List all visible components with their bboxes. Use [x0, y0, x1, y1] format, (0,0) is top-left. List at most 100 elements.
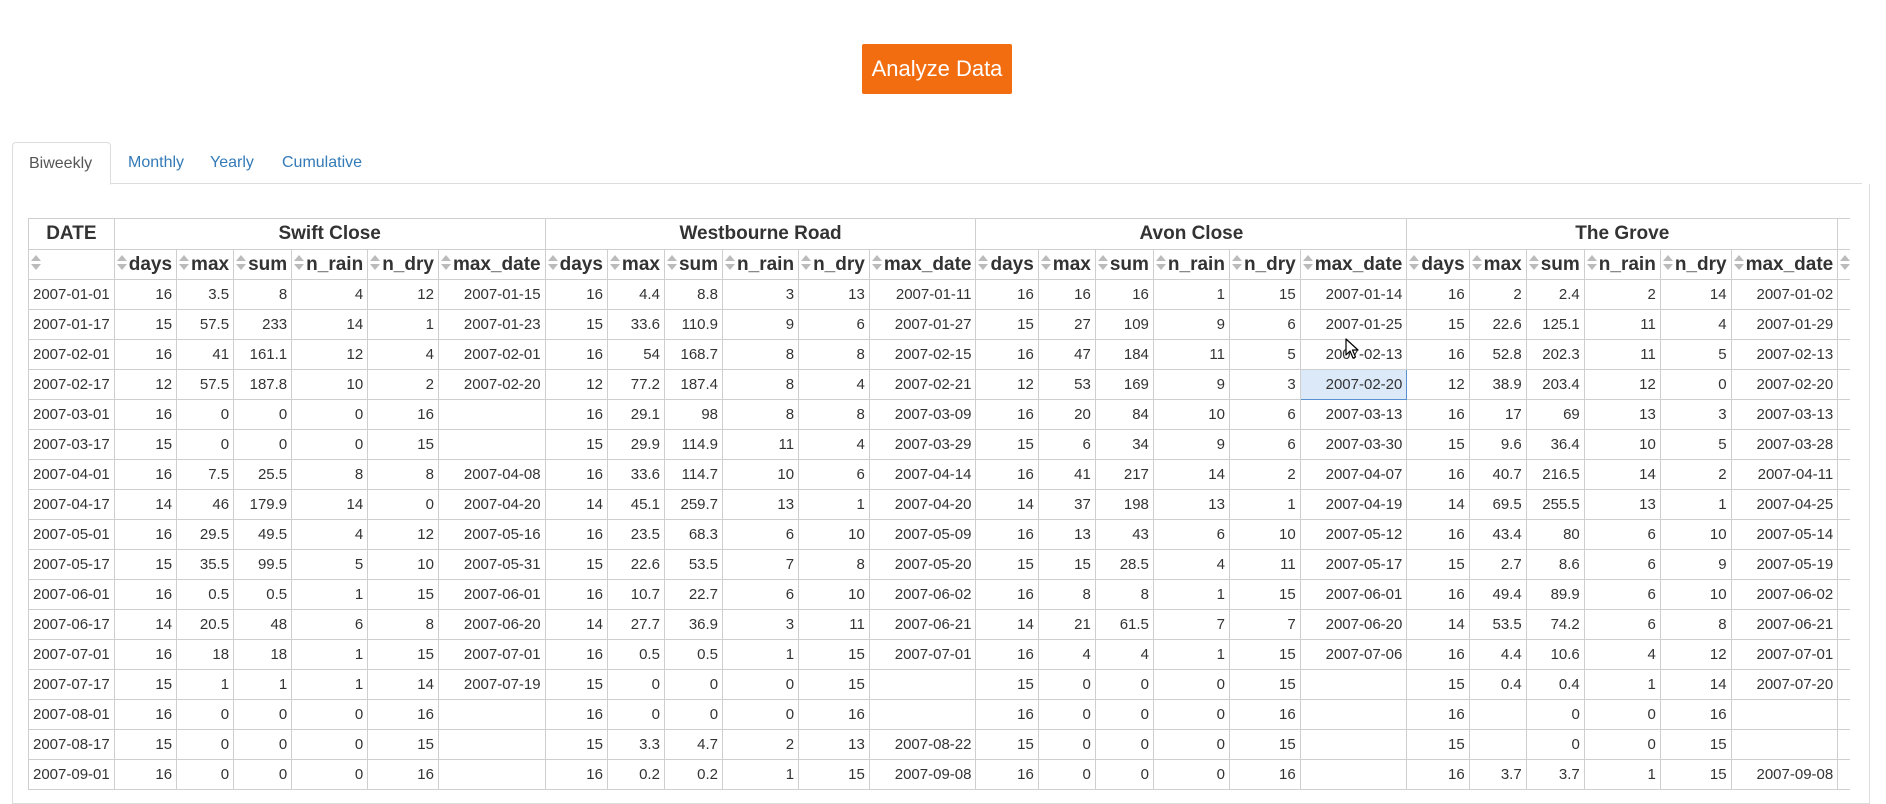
table-cell[interactable]: 2007-01-11 — [868, 279, 977, 310]
table-cell[interactable]: 5 — [291, 549, 369, 580]
table-cell[interactable]: 35.5 — [176, 549, 235, 580]
table-cell[interactable]: 4.4 — [606, 279, 665, 310]
table-cell[interactable]: 2007-05-20 — [868, 549, 977, 580]
table-cell[interactable]: 12 — [1659, 639, 1732, 670]
table-cell[interactable]: 0 — [176, 429, 235, 460]
table-cell[interactable]: 0 — [1037, 669, 1096, 700]
table-cell[interactable]: 46 — [176, 489, 235, 520]
table-cell[interactable]: 1 — [233, 669, 293, 700]
column-header[interactable]: max_date — [437, 249, 546, 280]
table-cell[interactable]: 8 — [798, 399, 870, 430]
table-cell[interactable]: 15 — [544, 429, 608, 460]
table-cell[interactable]: 8.6 — [1525, 549, 1585, 580]
table-cell[interactable]: 12 — [975, 369, 1039, 400]
table-cell[interactable]: 53.5 — [1468, 609, 1527, 640]
table-cell[interactable]: 0.5 — [663, 639, 724, 670]
table-cell[interactable]: 16 — [544, 459, 608, 490]
table-cell[interactable]: 14 — [1406, 609, 1470, 640]
date-cell[interactable]: 2007-04-01 — [28, 459, 115, 490]
table-cell[interactable]: 1 — [1583, 759, 1661, 790]
table-cell[interactable]: 8 — [1037, 579, 1096, 610]
table-cell[interactable]: 0 — [606, 699, 665, 730]
table-cell[interactable]: 9.6 — [1468, 429, 1527, 460]
table-cell[interactable]: 8.8 — [663, 279, 724, 310]
table-cell[interactable]: 15 — [113, 309, 178, 340]
table-cell[interactable]: 10 — [291, 369, 369, 400]
table-cell[interactable]: 98 — [663, 399, 724, 430]
table-cell[interactable]: 15 — [975, 429, 1039, 460]
table-cell[interactable]: 2 — [1583, 279, 1661, 310]
table-cell[interactable]: 29.5 — [176, 519, 235, 550]
date-cell[interactable]: 2007-01-01 — [28, 279, 115, 310]
tab-yearly[interactable]: Yearly — [194, 142, 270, 184]
table-cell[interactable]: 57.5 — [176, 309, 235, 340]
table-cell[interactable]: 6 — [1037, 429, 1096, 460]
table-cell[interactable]: 2007-06-21 — [868, 609, 977, 640]
table-cell[interactable]: 16 — [544, 399, 608, 430]
table-cell[interactable]: 1 — [1659, 489, 1732, 520]
table-cell[interactable]: 10 — [367, 549, 439, 580]
table-cell[interactable]: 9 — [1152, 429, 1230, 460]
table-cell[interactable] — [437, 399, 546, 430]
table-cell[interactable]: 16 — [975, 459, 1039, 490]
table-cell[interactable]: 2007-03-29 — [868, 429, 977, 460]
table-cell[interactable]: 16 — [544, 699, 608, 730]
table-cell[interactable]: 15 — [367, 579, 439, 610]
table-cell[interactable]: 2007-04-20 — [868, 489, 977, 520]
table-cell[interactable]: 15 — [367, 429, 439, 460]
data-table-container[interactable]: DATE Swift Close Westbourne Road Avon Clos… — [28, 218, 1850, 796]
table-cell[interactable]: 16 — [1406, 459, 1470, 490]
table-cell[interactable] — [868, 699, 977, 730]
table-cell[interactable]: 16 — [975, 699, 1039, 730]
table-cell[interactable]: 15 — [1228, 669, 1301, 700]
table-cell[interactable]: 8 — [1659, 609, 1732, 640]
table-cell[interactable] — [1299, 759, 1408, 790]
table-cell[interactable]: 0 — [1659, 369, 1732, 400]
table-cell[interactable]: 8 — [722, 399, 800, 430]
table-cell[interactable]: 0 — [291, 729, 369, 760]
table-cell[interactable]: 0 — [176, 729, 235, 760]
table-cell[interactable]: 16 — [1837, 339, 1850, 370]
table-cell[interactable]: 22.6 — [1468, 309, 1527, 340]
table-cell[interactable]: 14 — [1152, 459, 1230, 490]
table-cell[interactable]: 36.9 — [663, 609, 724, 640]
table-cell[interactable]: 2007-02-01 — [437, 339, 546, 370]
column-header[interactable]: sum — [233, 249, 293, 280]
table-cell[interactable]: 259.7 — [663, 489, 724, 520]
table-cell[interactable]: 14 — [975, 489, 1039, 520]
table-cell[interactable]: 16 — [1406, 579, 1470, 610]
table-cell[interactable]: 16 — [1406, 279, 1470, 310]
table-cell[interactable]: 0 — [233, 729, 293, 760]
table-cell[interactable]: 99.5 — [233, 549, 293, 580]
table-cell[interactable]: 16 — [1837, 639, 1850, 670]
table-cell[interactable]: 28.5 — [1094, 549, 1154, 580]
table-cell[interactable]: 33.6 — [606, 309, 665, 340]
table-cell[interactable]: 10 — [1659, 519, 1732, 550]
table-cell[interactable]: 14 — [1837, 609, 1850, 640]
table-cell[interactable]: 0.5 — [606, 639, 665, 670]
table-cell[interactable]: 14 — [544, 489, 608, 520]
table-cell[interactable]: 169 — [1094, 369, 1154, 400]
table-cell[interactable]: 16 — [1094, 279, 1154, 310]
table-cell[interactable]: 2007-05-09 — [868, 519, 977, 550]
table-cell[interactable] — [437, 759, 546, 790]
table-cell[interactable]: 0 — [1152, 759, 1230, 790]
table-cell[interactable]: 16 — [1406, 699, 1470, 730]
column-header[interactable]: n_dry — [798, 249, 870, 280]
table-cell[interactable]: 15 — [975, 549, 1039, 580]
column-header[interactable]: days — [1837, 249, 1850, 280]
table-cell[interactable]: 16 — [113, 579, 178, 610]
table-cell[interactable]: 16 — [1837, 759, 1850, 790]
date-cell[interactable]: 2007-08-17 — [28, 729, 115, 760]
table-cell[interactable]: 1 — [1228, 489, 1301, 520]
table-cell[interactable] — [1468, 729, 1527, 760]
table-cell[interactable]: 16 — [544, 519, 608, 550]
table-cell[interactable]: 14 — [975, 609, 1039, 640]
table-cell[interactable]: 15 — [975, 669, 1039, 700]
table-cell[interactable]: 2007-01-27 — [868, 309, 977, 340]
table-cell[interactable]: 6 — [1583, 579, 1661, 610]
table-cell[interactable]: 0 — [1525, 729, 1585, 760]
table-cell[interactable]: 53 — [1037, 369, 1096, 400]
table-cell[interactable]: 2007-02-21 — [868, 369, 977, 400]
table-cell[interactable]: 4 — [367, 339, 439, 370]
